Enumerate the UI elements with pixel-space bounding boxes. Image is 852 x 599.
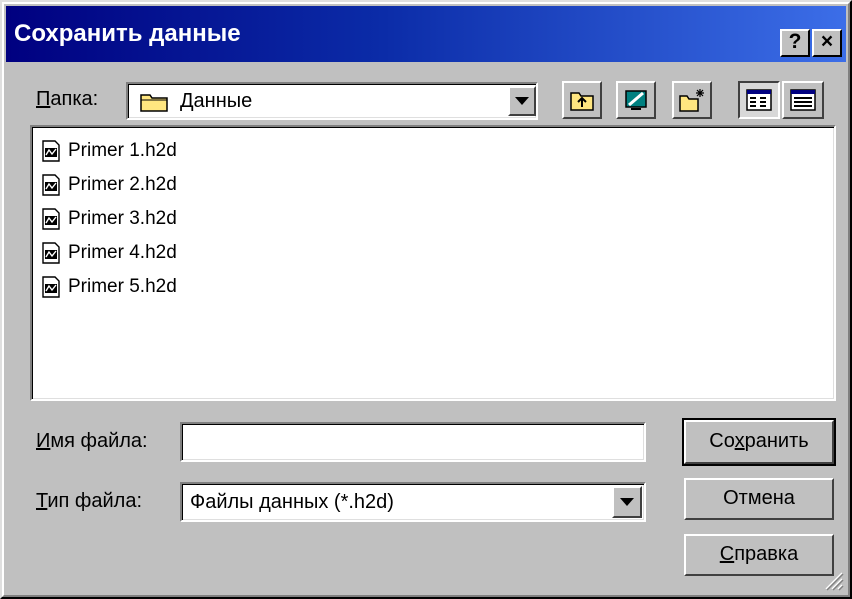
cancel-button[interactable]: Отмена <box>684 478 834 520</box>
resize-grip-icon[interactable] <box>822 569 844 591</box>
list-item[interactable]: Primer 1.h2d <box>40 137 177 165</box>
window-title: Сохранить данные <box>14 20 241 47</box>
new-folder-button[interactable] <box>672 81 712 119</box>
list-view-button[interactable] <box>738 81 780 119</box>
new-folder-icon <box>679 89 704 112</box>
filetype-label: Тип файла: <box>36 490 143 512</box>
folder-combo[interactable]: Данные <box>126 82 538 120</box>
details-view-button[interactable] <box>782 81 824 119</box>
list-item[interactable]: Primer 3.h2d <box>40 205 177 233</box>
chevron-down-icon <box>515 97 529 105</box>
data-file-icon <box>42 140 60 162</box>
desktop-button[interactable] <box>616 81 656 119</box>
save-dialog: Сохранить данные ? × Папка: Данные Prime… <box>0 0 852 599</box>
up-one-level-button[interactable] <box>562 81 602 119</box>
data-file-icon <box>42 276 60 298</box>
filetype-value: Файлы данных (*.h2d) <box>190 491 394 513</box>
help-button[interactable]: Справка <box>684 534 834 576</box>
close-icon: × <box>820 30 834 53</box>
title-bar[interactable]: Сохранить данные ? × <box>6 6 846 62</box>
list-view-icon <box>746 89 772 111</box>
filename-input[interactable] <box>186 428 640 456</box>
save-button[interactable]: Сохранить <box>682 418 836 466</box>
folder-icon <box>140 94 168 112</box>
close-title-button[interactable]: × <box>812 29 842 57</box>
file-name: Primer 4.h2d <box>68 242 177 263</box>
desktop-icon <box>625 90 647 110</box>
filename-field-frame <box>180 422 646 462</box>
filetype-dropdown-button[interactable] <box>612 486 642 518</box>
folder-current: Данные <box>180 90 253 112</box>
list-item[interactable]: Primer 4.h2d <box>40 239 177 267</box>
question-icon: ? <box>788 30 802 53</box>
data-file-icon <box>42 242 60 264</box>
folder-label: Папка: <box>36 88 99 110</box>
filetype-combo[interactable]: Файлы данных (*.h2d) <box>180 482 646 522</box>
folder-dropdown-button[interactable] <box>508 86 536 116</box>
data-file-icon <box>42 208 60 230</box>
list-item[interactable]: Primer 2.h2d <box>40 171 177 199</box>
chevron-down-icon <box>620 498 634 506</box>
filename-label: Имя файла: <box>36 430 148 452</box>
file-name: Primer 2.h2d <box>68 174 177 195</box>
file-list[interactable]: Primer 1.h2d Primer 2.h2d Primer 3.h2d P… <box>30 125 836 401</box>
data-file-icon <box>42 174 60 196</box>
list-item[interactable]: Primer 5.h2d <box>40 273 177 301</box>
file-name: Primer 3.h2d <box>68 208 177 229</box>
file-name: Primer 1.h2d <box>68 140 177 161</box>
file-name: Primer 5.h2d <box>68 276 177 297</box>
help-title-button[interactable]: ? <box>780 29 810 57</box>
folder-up-icon <box>570 92 594 111</box>
details-view-icon <box>790 89 816 111</box>
